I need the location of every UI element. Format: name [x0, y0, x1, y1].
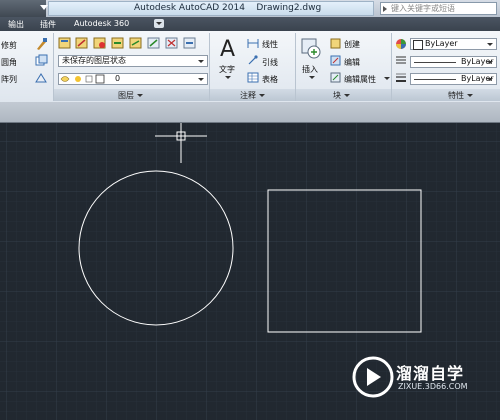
linear-dimension-button[interactable]: 线性: [262, 39, 278, 50]
layer-properties-icon: [58, 37, 71, 49]
current-layer-value: 0: [115, 74, 121, 83]
watermark-logo-icon: [352, 356, 394, 398]
svg-text:A: A: [220, 37, 235, 60]
annotation-panel-label[interactable]: 注释: [240, 90, 265, 101]
leader-icon: [248, 55, 258, 65]
app-name: Autodesk AutoCAD 2014: [134, 3, 245, 13]
trim-button[interactable]: 修剪: [1, 40, 17, 51]
property-icons: [396, 39, 406, 82]
brush-icon[interactable]: [34, 37, 48, 51]
title-bar: Autodesk AutoCAD 2014 Drawing2.dwg 键入关键字…: [0, 0, 500, 18]
search-placeholder: 键入关键字或短语: [391, 4, 455, 13]
lineweight-preview: [414, 79, 456, 80]
layer-on-icon: [60, 76, 70, 82]
layers-panel-label[interactable]: 图层: [118, 90, 143, 101]
watermark: 溜溜自学 ZIXUE.3D66.COM: [352, 356, 470, 400]
insert-dropdown-icon[interactable]: [309, 76, 315, 79]
linetype-preview: [414, 62, 456, 63]
annotation-icons: [247, 39, 259, 83]
table-icon: [247, 72, 259, 83]
search-arrow-icon: [383, 6, 387, 12]
text-button[interactable]: 文字: [219, 64, 235, 75]
leader-button[interactable]: 引线: [262, 57, 278, 68]
layer-lock-icon: [85, 75, 93, 83]
layer-tools-row[interactable]: [58, 36, 208, 50]
layer-state-value: 未保存的图层状态: [62, 56, 126, 65]
insert-button[interactable]: 插入: [302, 64, 318, 75]
tab-output[interactable]: 输出: [8, 19, 24, 30]
color-swatch: [413, 40, 423, 50]
layer-color-icon: [95, 74, 105, 84]
stretch-icon[interactable]: [34, 71, 48, 85]
watermark-brand: 溜溜自学: [396, 364, 465, 383]
color-value: ByLayer: [425, 39, 458, 48]
text-icon[interactable]: A: [218, 36, 238, 60]
array-button[interactable]: 阵列: [1, 74, 17, 85]
create-block-icon: [330, 38, 341, 49]
edit-block-icon: [330, 55, 341, 66]
table-button[interactable]: 表格: [262, 74, 278, 85]
quick-access-toolbar[interactable]: [0, 0, 48, 17]
layer-thaw-icon: [75, 76, 81, 82]
copy-icon[interactable]: [34, 54, 48, 68]
properties-panel-label[interactable]: 特性: [448, 90, 473, 101]
insert-block-icon[interactable]: [300, 37, 324, 61]
ribbon-tab-bar: 输出 插件 Autodesk 360: [0, 17, 500, 31]
color-select[interactable]: ByLayer: [410, 38, 497, 50]
tab-more-button[interactable]: [154, 19, 164, 28]
block-panel-label[interactable]: 块: [333, 90, 350, 101]
edit-attributes-dropdown-icon[interactable]: [384, 77, 390, 80]
quick-access-dropdown-icon[interactable]: [40, 5, 48, 10]
watermark-site: ZIXUE.3D66.COM: [398, 382, 468, 391]
edit-attribute-icon: [330, 72, 341, 83]
document-name: Drawing2.dwg: [256, 3, 322, 13]
window-title: Autodesk AutoCAD 2014 Drawing2.dwg: [134, 3, 321, 13]
file-tab-strip: [0, 102, 500, 123]
search-input[interactable]: 键入关键字或短语: [380, 2, 497, 15]
tab-plugins[interactable]: 插件: [40, 19, 56, 30]
tab-autodesk-360[interactable]: Autodesk 360: [74, 19, 129, 28]
properties-panel-bar[interactable]: [392, 89, 500, 101]
dimension-icon: [247, 39, 259, 48]
text-dropdown-icon[interactable]: [225, 76, 231, 79]
linetype-icon: [396, 56, 406, 64]
create-block-button[interactable]: 创建: [344, 39, 360, 50]
color-wheel-icon: [396, 39, 406, 49]
layer-status-icons: [60, 74, 105, 84]
layer-state-select[interactable]: 未保存的图层状态: [58, 55, 208, 67]
fillet-button[interactable]: 圆角: [1, 57, 17, 68]
lineweight-icon: [396, 73, 406, 82]
edit-attributes-button[interactable]: 编辑属性: [344, 74, 376, 85]
block-icons: [330, 38, 341, 83]
edit-block-button[interactable]: 编辑: [344, 57, 360, 68]
